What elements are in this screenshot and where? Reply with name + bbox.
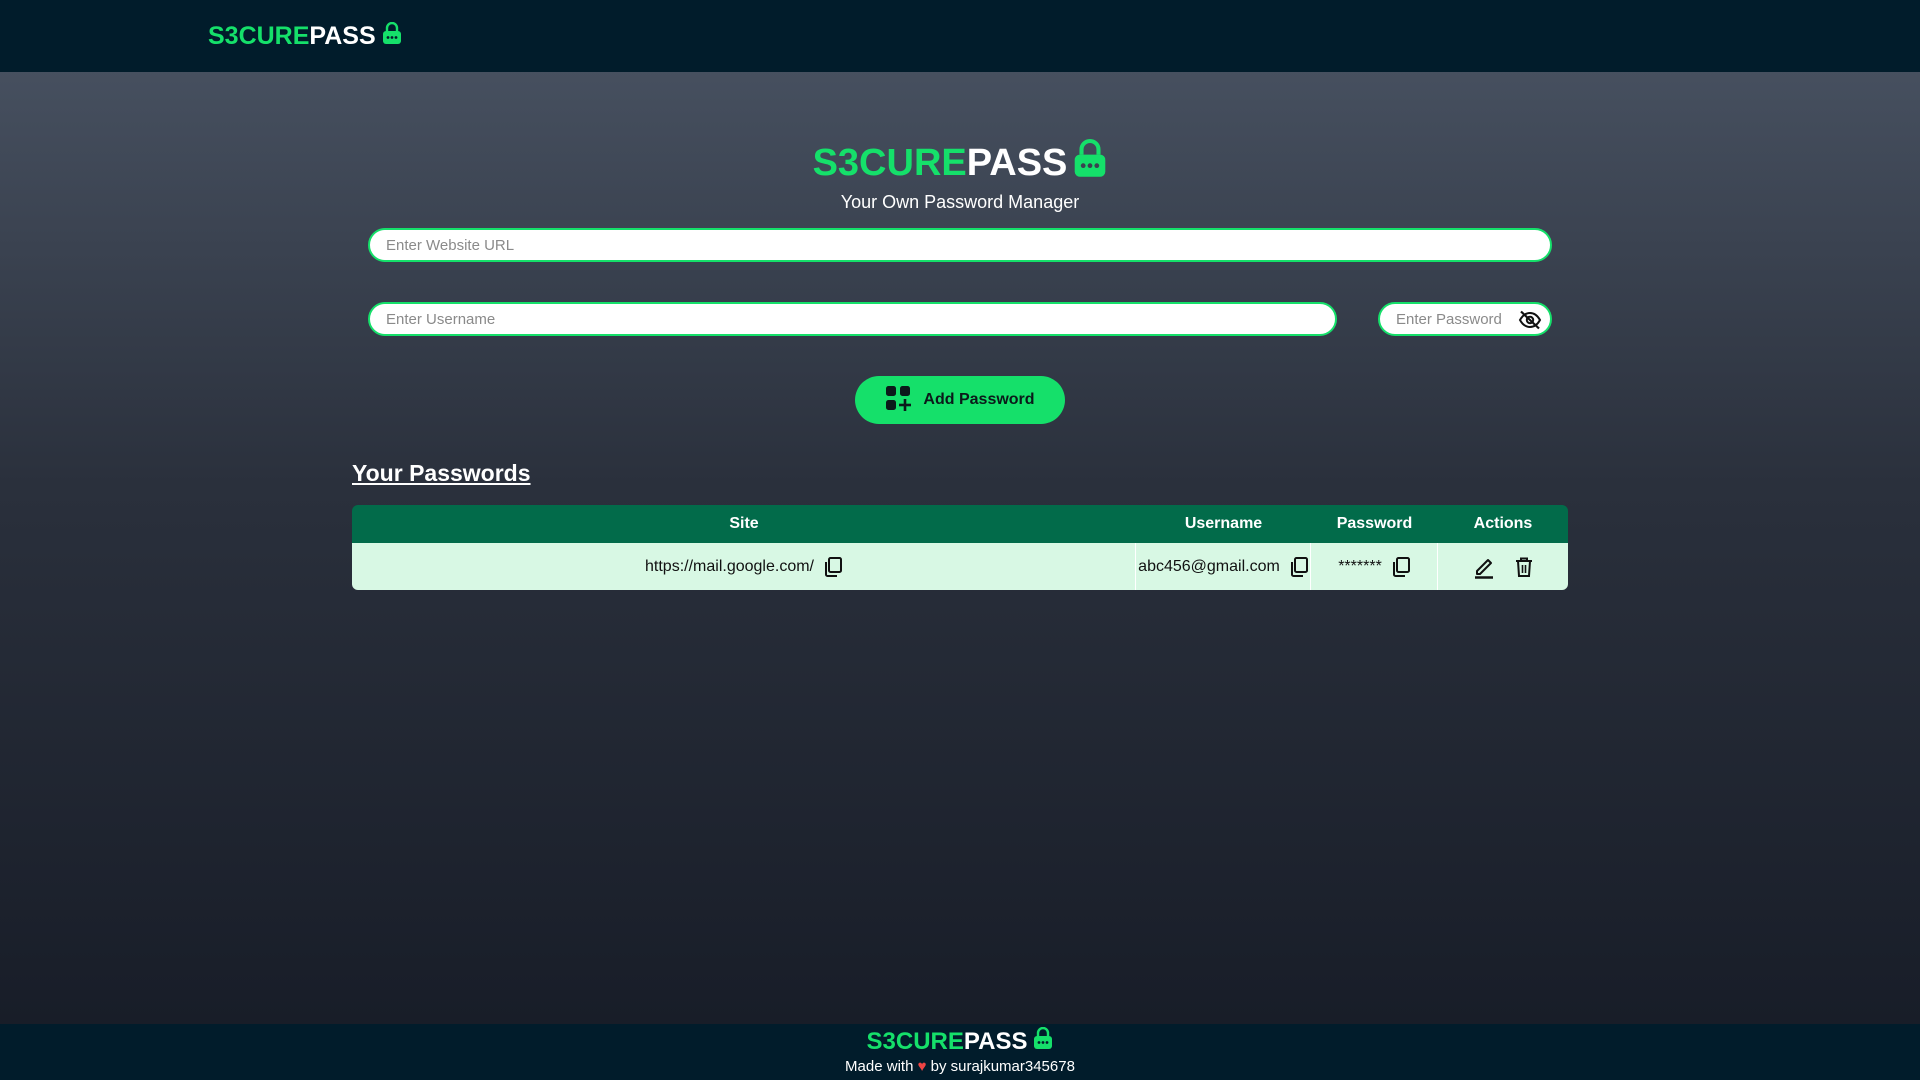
lock-icon xyxy=(382,21,402,51)
eye-off-icon[interactable] xyxy=(1518,310,1542,330)
username-input[interactable] xyxy=(370,304,1335,334)
edit-icon[interactable] xyxy=(1473,555,1495,579)
website-url-input[interactable] xyxy=(370,230,1550,260)
top-navbar: S3CURE PASS xyxy=(0,0,1920,72)
website-url-field xyxy=(368,228,1552,262)
footer-logo-white: PASS xyxy=(963,1027,1028,1055)
lock-icon xyxy=(1073,138,1107,188)
footer-made-with: Made with xyxy=(845,1058,914,1075)
column-header-site: Site xyxy=(729,515,759,532)
add-password-button[interactable]: Add Password xyxy=(855,376,1065,424)
actions-cell xyxy=(1438,543,1568,590)
password-masked: ******* xyxy=(1338,557,1382,575)
table-header: Site Username Password Actions xyxy=(352,505,1568,543)
table-row: https://mail.google.com/ abc456@gmail.co… xyxy=(352,543,1568,590)
column-header-username: Username xyxy=(1184,515,1263,532)
delete-icon[interactable] xyxy=(1515,557,1533,577)
footer-logo-green: S3CURE xyxy=(866,1027,964,1055)
username-field xyxy=(368,302,1337,336)
column-header-actions: Actions xyxy=(1473,515,1533,532)
hero-logo: S3CURE PASS xyxy=(0,138,1920,188)
username-value: abc456@gmail.com xyxy=(1138,557,1280,575)
heart-icon: ♥ xyxy=(917,1058,927,1075)
hero: S3CURE PASS Your Own Password Manager xyxy=(0,138,1920,213)
password-cell: ******* xyxy=(1311,543,1438,590)
nav-logo-white: PASS xyxy=(309,22,376,50)
site-link[interactable]: https://mail.google.com/ xyxy=(645,558,814,576)
passwords-table: Site Username Password Actions https://m… xyxy=(352,505,1568,590)
footer: S3CURE PASS Made with ♥ by surajkumar3456… xyxy=(0,1024,1920,1080)
hero-logo-white: PASS xyxy=(966,141,1068,184)
footer-author: by surajkumar345678 xyxy=(930,1058,1075,1075)
hero-subtitle: Your Own Password Manager xyxy=(840,192,1080,212)
lock-icon xyxy=(1033,1026,1053,1056)
password-field xyxy=(1378,302,1552,336)
add-password-label: Add Password xyxy=(923,391,1035,408)
site-cell: https://mail.google.com/ xyxy=(352,543,1136,590)
copy-icon[interactable] xyxy=(1392,556,1410,577)
hero-logo-green: S3CURE xyxy=(812,141,967,184)
footer-credit: Made with ♥ by surajkumar345678 xyxy=(0,1058,1920,1075)
footer-logo: S3CURE PASS xyxy=(0,1026,1920,1056)
copy-icon[interactable] xyxy=(824,556,842,577)
copy-icon[interactable] xyxy=(1290,556,1308,577)
grid-plus-icon xyxy=(885,385,912,416)
passwords-title: Your Passwords xyxy=(352,460,531,486)
nav-logo[interactable]: S3CURE PASS xyxy=(208,21,402,51)
username-cell: abc456@gmail.com xyxy=(1136,543,1311,590)
column-header-password: Password xyxy=(1336,515,1413,532)
nav-logo-green: S3CURE xyxy=(208,22,310,50)
